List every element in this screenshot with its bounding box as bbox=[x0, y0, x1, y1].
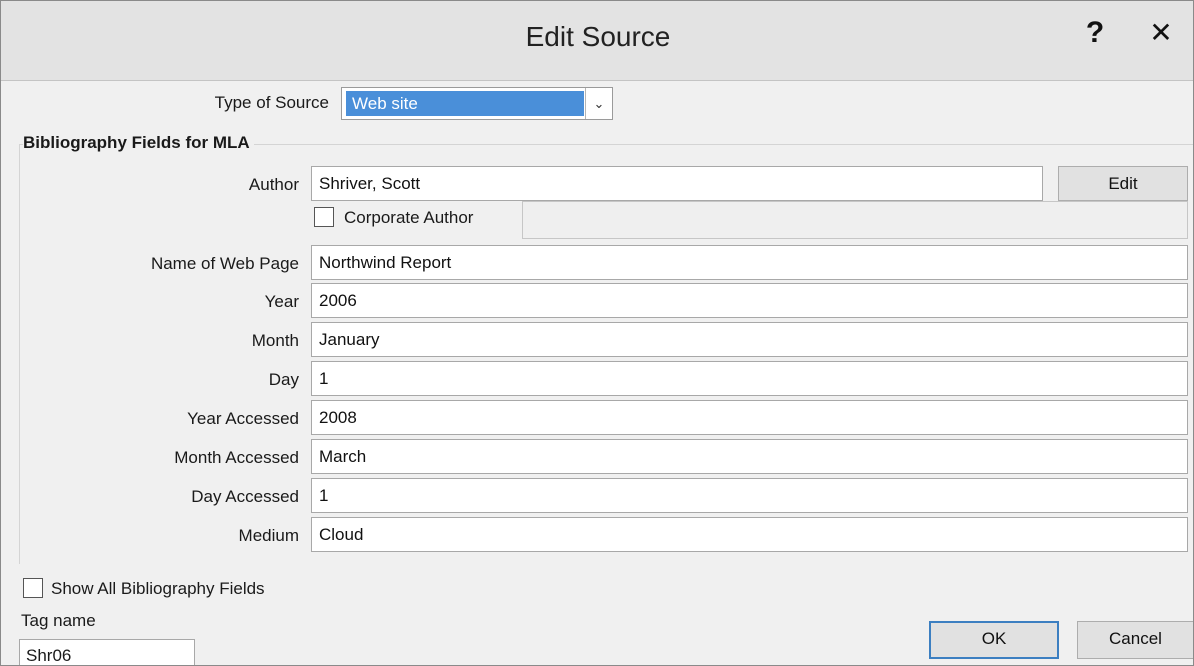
field-label: Medium bbox=[238, 526, 299, 545]
edit-source-dialog: Edit Source ? ✕ Type of Source Web site … bbox=[0, 0, 1194, 666]
field-label: Day bbox=[268, 370, 299, 389]
corporate-author-label: Corporate Author bbox=[344, 208, 474, 227]
field-label: Year bbox=[264, 292, 299, 311]
chevron-down-icon[interactable]: ⌄ bbox=[585, 88, 612, 119]
close-icon[interactable]: ✕ bbox=[1141, 15, 1181, 55]
cancel-button[interactable]: Cancel bbox=[1077, 621, 1193, 659]
ok-button[interactable]: OK bbox=[929, 621, 1059, 659]
show-all-fields-label: Show All Bibliography Fields bbox=[51, 579, 265, 598]
year-accessed-field[interactable]: 2008 bbox=[311, 400, 1188, 435]
year-field[interactable]: 2006 bbox=[311, 283, 1188, 318]
name-of-web-page-field[interactable]: Northwind Report bbox=[311, 245, 1188, 280]
day-field[interactable]: 1 bbox=[311, 361, 1188, 396]
type-of-source-label-text: Type of Source bbox=[214, 93, 329, 112]
group-border-left bbox=[19, 144, 20, 564]
edit-author-button[interactable]: Edit bbox=[1058, 166, 1188, 201]
show-all-fields-checkbox[interactable] bbox=[23, 578, 43, 598]
field-label: Day Accessed bbox=[191, 487, 299, 506]
day-accessed-field[interactable]: 1 bbox=[311, 478, 1188, 513]
corporate-author-checkbox[interactable] bbox=[314, 207, 334, 227]
dialog-title: Edit Source bbox=[525, 21, 671, 52]
title-bar: Edit Source ? ✕ bbox=[1, 1, 1193, 81]
field-label: Month bbox=[251, 331, 299, 350]
type-of-source-value: Web site bbox=[346, 91, 584, 116]
tag-name-field[interactable]: Shr06 bbox=[19, 639, 195, 665]
group-label: Bibliography Fields for MLA bbox=[23, 133, 254, 153]
medium-field[interactable]: Cloud bbox=[311, 517, 1188, 552]
field-label: Name of Web Page bbox=[150, 254, 299, 273]
field-label: Year Accessed bbox=[187, 409, 299, 428]
month-field[interactable]: January bbox=[311, 322, 1188, 357]
author-label: Author bbox=[248, 175, 299, 194]
type-of-source-label: Type of Source bbox=[151, 93, 329, 113]
help-icon[interactable]: ? bbox=[1079, 13, 1111, 53]
month-accessed-field[interactable]: March bbox=[311, 439, 1188, 474]
tag-name-label: Tag name bbox=[21, 611, 96, 630]
type-of-source-select[interactable]: Web site ⌄ bbox=[341, 87, 613, 120]
author-field[interactable]: Shriver, Scott bbox=[311, 166, 1043, 201]
corporate-author-field bbox=[522, 201, 1188, 239]
field-label: Month Accessed bbox=[174, 448, 299, 467]
